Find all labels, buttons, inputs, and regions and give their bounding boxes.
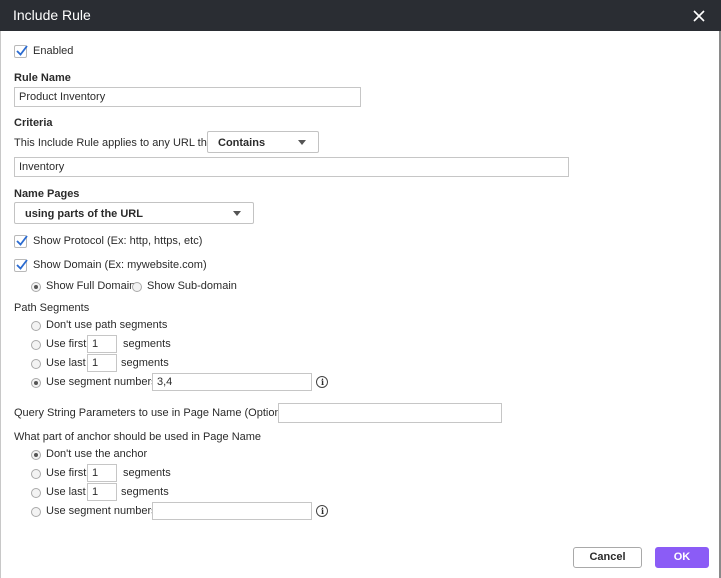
path-use-numbers-label: Use segment numbers (46, 376, 157, 388)
anchor-use-last-input[interactable] (87, 483, 117, 501)
show-domain-checkbox[interactable] (14, 259, 28, 272)
query-string-input[interactable] (278, 403, 502, 423)
checkmark-icon (16, 45, 28, 56)
anchor-use-first-input[interactable] (87, 464, 117, 482)
path-use-last-input[interactable] (87, 354, 117, 372)
show-full-domain-radio[interactable] (31, 282, 41, 292)
path-use-numbers-radio[interactable] (31, 378, 41, 388)
anchor-dont-use-radio[interactable] (31, 450, 41, 460)
checkmark-icon (16, 235, 28, 246)
anchor-use-first-segments-label: segments (123, 467, 171, 479)
rule-name-input[interactable] (14, 87, 361, 107)
close-icon[interactable] (690, 7, 708, 25)
name-pages-value: using parts of the URL (25, 208, 143, 220)
info-icon[interactable]: i (316, 376, 328, 388)
query-string-label: Query String Parameters to use in Page N… (14, 407, 293, 419)
path-use-first-input[interactable] (87, 335, 117, 353)
ok-button[interactable]: OK (655, 547, 709, 568)
enabled-label: Enabled (33, 45, 74, 57)
path-dont-use-radio[interactable] (31, 321, 41, 331)
dialog-left-border (0, 31, 1, 578)
dialog-titlebar: Include Rule (0, 0, 721, 31)
name-pages-select[interactable]: using parts of the URL (14, 202, 254, 224)
anchor-use-first-label: Use first (46, 467, 87, 479)
path-use-first-segments-label: segments (123, 338, 171, 350)
show-full-domain-label: Show Full Domain (46, 280, 136, 292)
path-dont-use-label: Don't use path segments (46, 319, 168, 331)
checkmark-icon (16, 259, 28, 270)
show-protocol-label: Show Protocol (Ex: http, https, etc) (33, 235, 203, 247)
path-use-first-label: Use first (46, 338, 87, 350)
rule-name-heading: Rule Name (14, 72, 71, 84)
anchor-use-last-radio[interactable] (31, 488, 41, 498)
show-sub-domain-label: Show Sub-domain (147, 280, 237, 292)
criteria-prefix: This Include Rule applies to any URL tha… (14, 137, 216, 149)
path-use-last-segments-label: segments (121, 357, 169, 369)
criteria-value-input[interactable] (14, 157, 569, 177)
criteria-heading: Criteria (14, 117, 53, 129)
chevron-down-icon (233, 211, 241, 216)
show-domain-label: Show Domain (Ex: mywebsite.com) (33, 259, 207, 271)
anchor-dont-use-label: Don't use the anchor (46, 448, 148, 460)
path-segments-heading: Path Segments (14, 302, 90, 314)
anchor-use-numbers-radio[interactable] (31, 507, 41, 517)
anchor-use-first-radio[interactable] (31, 469, 41, 479)
name-pages-heading: Name Pages (14, 188, 80, 200)
show-sub-domain-radio[interactable] (132, 282, 142, 292)
anchor-use-numbers-input[interactable] (152, 502, 312, 520)
anchor-use-last-label: Use last (46, 486, 86, 498)
path-use-first-radio[interactable] (31, 340, 41, 350)
anchor-heading: What part of anchor should be used in Pa… (14, 431, 262, 443)
info-icon[interactable]: i (316, 505, 328, 517)
path-use-last-radio[interactable] (31, 359, 41, 369)
dialog-title: Include Rule (13, 7, 91, 23)
anchor-use-numbers-label: Use segment numbers (46, 505, 157, 517)
criteria-operator-select[interactable]: Contains (207, 131, 319, 153)
criteria-operator-value: Contains (218, 137, 266, 149)
chevron-down-icon (298, 140, 306, 145)
enabled-checkbox[interactable] (14, 45, 28, 58)
anchor-use-last-segments-label: segments (121, 486, 169, 498)
show-protocol-checkbox[interactable] (14, 235, 28, 248)
path-use-numbers-input[interactable] (152, 373, 312, 391)
path-use-last-label: Use last (46, 357, 86, 369)
cancel-button[interactable]: Cancel (573, 547, 642, 568)
